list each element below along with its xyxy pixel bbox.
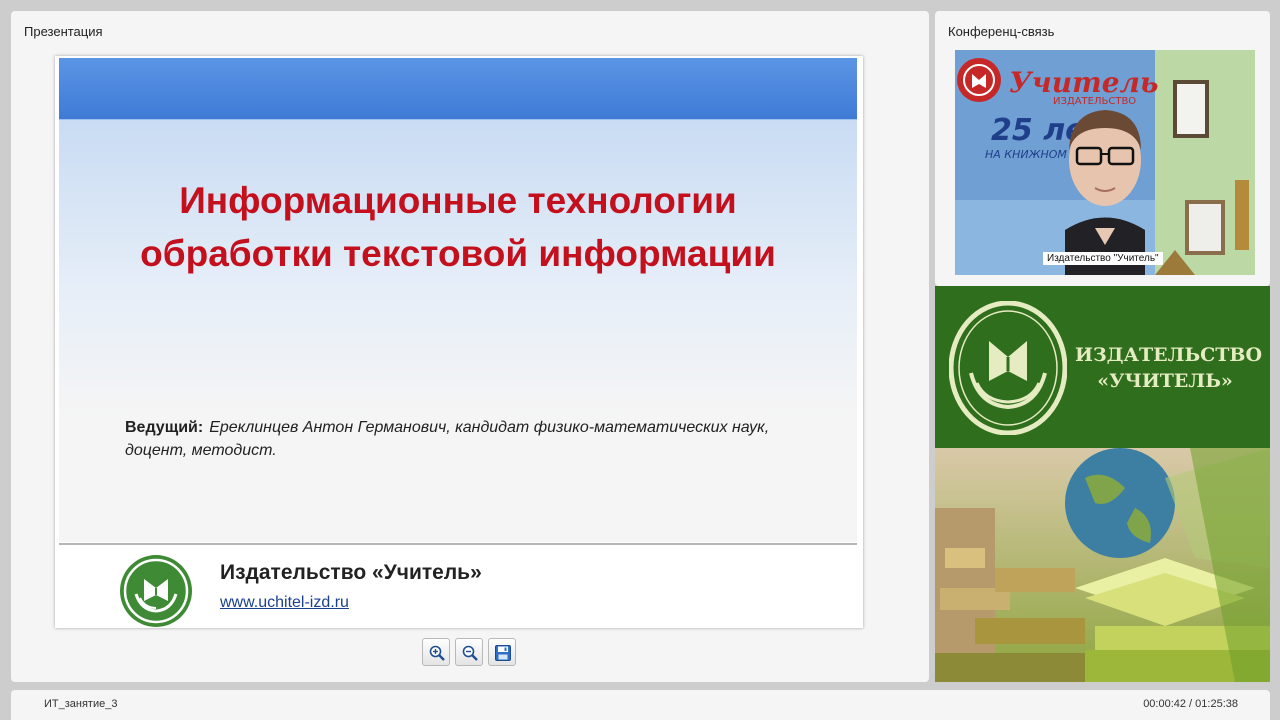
save-button[interactable] xyxy=(488,638,516,666)
video-banner-sub: ИЗДАТЕЛЬСТВО xyxy=(1053,96,1136,107)
publisher-banner-line-2: «УЧИТЕЛЬ» xyxy=(1097,370,1233,392)
slide-publisher-url[interactable]: www.uchitel-izd.ru xyxy=(220,594,349,612)
conference-panel: Конференц-связь Учитель ИЗДАТЕЛЬСТВО 25 … xyxy=(935,11,1270,286)
status-bar: ИТ_занятие_3 00:00:42 / 01:25:38 xyxy=(11,690,1270,720)
save-icon xyxy=(495,645,511,661)
publisher-banner: ИЗДАТЕЛЬСТВО «УЧИТЕЛЬ» xyxy=(935,286,1270,448)
video-banner-line2: НА КНИЖНОМ xyxy=(985,148,1067,161)
conference-panel-title: Конференц-связь xyxy=(948,24,1055,39)
presentation-slide: Информационные технологии обработки текс… xyxy=(55,56,863,628)
video-feed[interactable]: Учитель ИЗДАТЕЛЬСТВО 25 лет НА КНИЖНОМ Р… xyxy=(955,50,1255,275)
slide-publisher-name: Издательство «Учитель» xyxy=(220,561,482,584)
zoom-in-button[interactable] xyxy=(422,638,450,666)
slide-header-band xyxy=(59,58,857,121)
zoom-in-icon xyxy=(429,645,445,661)
slide-divider xyxy=(59,543,857,545)
participant-name-label: Издательство "Учитель" xyxy=(1043,252,1163,265)
presenter-info: Ведущий: Ереклинцев Антон Германович, кан… xyxy=(125,416,805,462)
slide-title: Информационные технологии обработки текс… xyxy=(59,174,857,280)
slide-title-line-1: Информационные технологии xyxy=(179,180,737,221)
playback-time: 00:00:42 / 01:25:38 xyxy=(1143,698,1238,710)
video-frame: Учитель ИЗДАТЕЛЬСТВО 25 лет НА КНИЖНОМ Р… xyxy=(955,50,1255,275)
presentation-panel-title: Презентация xyxy=(24,24,103,39)
presenter-label: Ведущий: xyxy=(125,419,204,436)
presenter-text: Ереклинцев Антон Германович, кандидат фи… xyxy=(125,419,770,459)
publisher-logo-icon xyxy=(120,555,192,627)
publisher-banner-text: ИЗДАТЕЛЬСТВО «УЧИТЕЛЬ» xyxy=(1075,342,1262,394)
slide-title-line-2: обработки текстовой информации xyxy=(140,233,776,274)
presentation-panel: Презентация Информационные технологии об… xyxy=(11,11,929,682)
books-globe-image xyxy=(935,448,1270,682)
publisher-banner-line-1: ИЗДАТЕЛЬСТВО xyxy=(1075,344,1262,366)
zoom-out-icon xyxy=(462,645,478,661)
zoom-out-button[interactable] xyxy=(455,638,483,666)
video-banner-brand: Учитель xyxy=(1009,66,1159,99)
publisher-banner-logo-icon xyxy=(949,301,1067,435)
books-illustration xyxy=(935,448,1270,682)
session-name: ИТ_занятие_3 xyxy=(44,698,118,710)
